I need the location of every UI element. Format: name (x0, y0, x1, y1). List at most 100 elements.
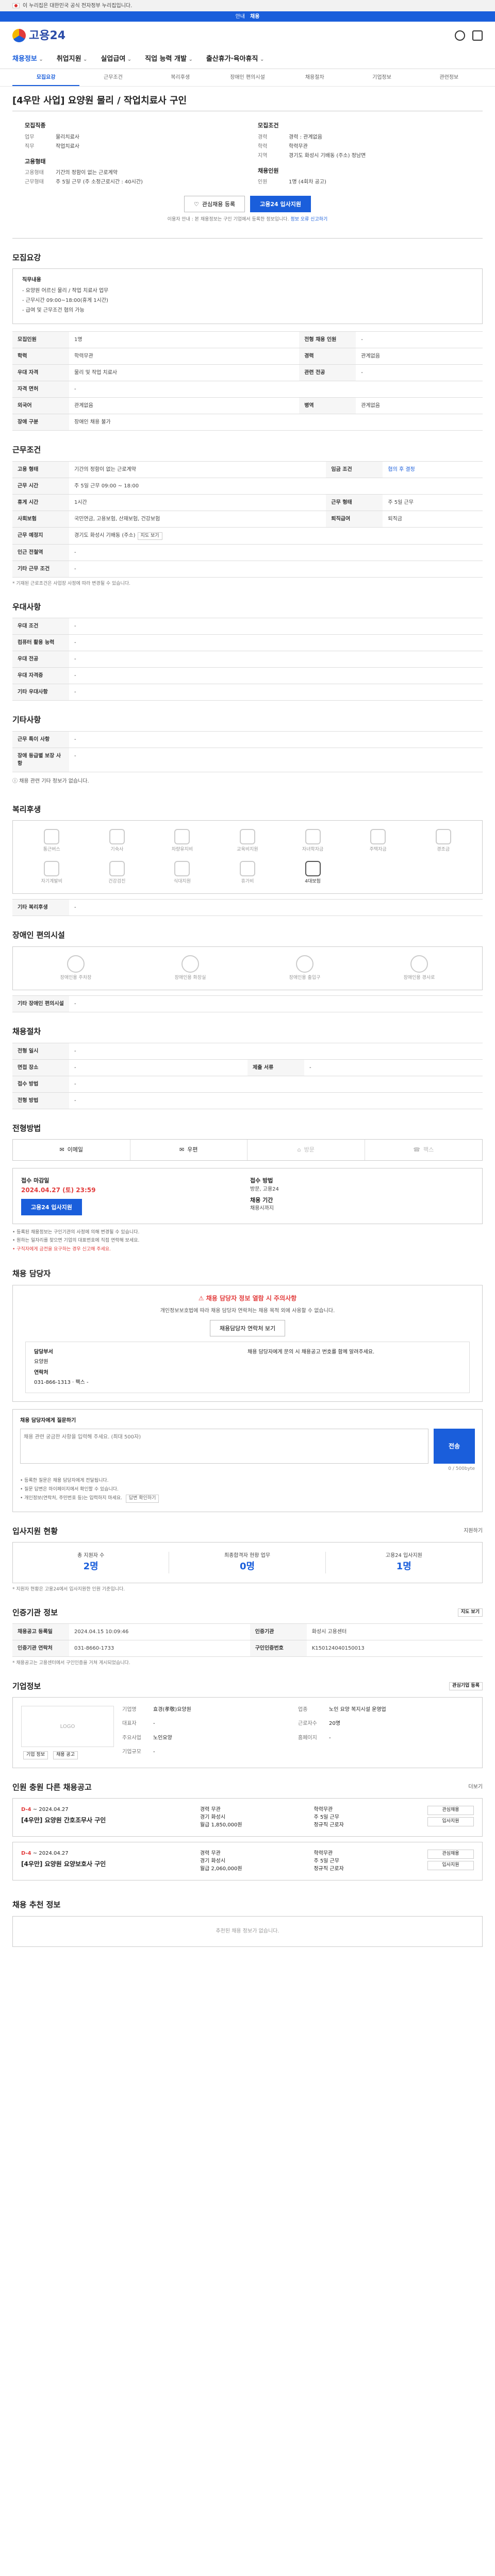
site-logo[interactable]: 고용24 (12, 27, 65, 44)
table-row: 기타 근무 조건 - (12, 561, 483, 578)
job-description: 직무내용 - 요양원 어르신 물리 / 작업 치료사 업무 - 근무시간 09:… (12, 268, 483, 324)
contact-title: 채용 담당자 (12, 1269, 51, 1278)
gnb-item-leave[interactable]: 출산휴가·육아휴직 (206, 54, 265, 64)
inquiry-counter: 0 / 500byte (448, 1466, 475, 1471)
insurance-icon (305, 860, 321, 876)
stat-item: 고용24 입사지원 1명 (385, 1553, 422, 1572)
search-icon[interactable] (455, 30, 465, 41)
gnb-item-training[interactable]: 직업 능력 개발 (145, 54, 193, 64)
summary-row: 지역 경기도 화성시 기배동 (주소) 정남면 (258, 152, 366, 159)
logo-text: 고용24 (29, 29, 66, 42)
deadline-date: 2024.04.27 (토) 23:59 (21, 1186, 96, 1194)
table-row: 외국어 관계없음 병역 관계없음 (12, 397, 483, 414)
answer-check-button[interactable]: 답변 확인하기 (125, 1495, 159, 1503)
stats-title: 입사지원 현황 (12, 1526, 58, 1536)
disability-title: 장애인 편의시설 (12, 930, 65, 940)
table-row: 우대 자격증 - (12, 667, 483, 684)
stats-link[interactable]: 지원하기 (464, 1527, 483, 1535)
tab-related[interactable]: 관련정보 (416, 69, 483, 86)
company-details: 기업명 효경(孝敬)요양원 업종 노인 요양 복지시설 운영업 대표자 - 근로자수 20명… (122, 1707, 386, 1755)
meal-icon (174, 860, 190, 876)
child-icon (305, 829, 321, 844)
disability-item: 장애인용 화장실 (136, 955, 245, 982)
car-icon (174, 829, 190, 844)
company-section: 기업정보 관심기업 등록 LOGO 기업 정보 채용 공고 기업명 효경(孝敬)요양… (12, 1667, 483, 1768)
favorite-company-button[interactable]: 관심기업 등록 (449, 1682, 483, 1690)
ramp-icon (410, 955, 428, 973)
process-title: 채용절차 (12, 1027, 41, 1036)
stats-section: 입사지원 현황 지원하기 총 지원자 수 2명 최종합격자 현황 업무 0명 고용24… (12, 1526, 483, 1592)
tab-disability[interactable]: 장애인 편의시설 (214, 69, 281, 86)
job-summary: 모집직종 업무 물리치료사 직무 작업치료사 고용형태 고용형태 기간의 정함이 없는… (12, 111, 483, 239)
process-table: 전형 일시 - 면접 장소 - 제출 서류 - 접수 방법 - 전형 방법 - (12, 1042, 483, 1109)
inquiry-guide: • 등록한 질문은 채용 담당자에게 전달됩니다. • 질문 답변은 마이페이지… (20, 1478, 475, 1503)
table-row: 인증기관 연락처 031-8660-1733 구인인증번호 K150124040150… (12, 1640, 483, 1657)
related-job-title[interactable]: [4우만] 요양원 요양보호사 구인 (21, 1859, 195, 1869)
warning-icon: ⚠ (198, 1294, 204, 1302)
summary-row: 업무 물리치료사 (25, 134, 79, 140)
table-row: 장애 구분 장애인 채용 불가 (12, 414, 483, 431)
recommend-title: 채용 추천 정보 (12, 1900, 61, 1909)
tab-welfare[interactable]: 복리후생 (147, 69, 214, 86)
book-icon (44, 860, 60, 876)
summary-row: 경력 경력 : 관계없음 (258, 134, 322, 140)
company-info-button[interactable]: 기업 정보 (23, 1751, 48, 1759)
deadline-bullets: • 등록된 채용정보는 구인기관의 사정에 의해 변경될 수 있습니다. • 원… (12, 1229, 140, 1252)
method-fax: ☎ 팩스 (365, 1140, 483, 1160)
table-row: 근무 특이 사항 - (12, 731, 483, 748)
reg-map-button[interactable]: 지도 보기 (457, 1608, 483, 1617)
site-header: 고용24 (0, 22, 495, 49)
table-row: 채용공고 등록일 2024.04.15 10:09:46 인증기관 화성시 고용센터 (12, 1623, 483, 1640)
summary-row: 고용형태 기간의 정함이 없는 근로계약 (25, 170, 118, 176)
process-section: 채용절차 전형 일시 - 면접 장소 - 제출 서류 - 접수 방법 - 전형 방법 - (12, 1012, 483, 1109)
table-row: 고용 형태 기간의 정함이 없는 근로계약 임금 조건 협의 후 결정 (12, 461, 483, 478)
inquiry-send-button[interactable]: 전송 (434, 1428, 475, 1464)
recruit-section: 모집요강 직무내용 - 요양원 어르신 물리 / 작업 치료사 업무 - 근무시… (12, 239, 483, 431)
tab-work[interactable]: 근무조건 (79, 69, 146, 86)
summary-row: 학력 학력무관 (258, 143, 308, 149)
welfare-item: 식대지원 (152, 860, 213, 886)
company-jobs-button[interactable]: 채용 공고 (53, 1751, 78, 1759)
welfare-item: 자기계발비 (21, 860, 82, 886)
contact-section: 채용 담당자 ⚠ 채용 담당자 정보 열람 시 주의사항 개인정보보호법에 따라… (12, 1255, 483, 1512)
work-table: 고용 형태 기간의 정함이 없는 근로계약 임금 조건 협의 후 결정 근무 시간 주 … (12, 461, 483, 578)
related-fav-button[interactable]: 관심채용 (427, 1850, 474, 1859)
favorite-button[interactable]: ♡ 관심채용 등록 (184, 196, 245, 212)
work-note: * 기재된 근로조건은 사업장 사정에 따라 변경될 수 있습니다. (12, 581, 130, 586)
tab-recruit[interactable]: 모집요강 (12, 69, 80, 86)
gnb-item-unemployment[interactable]: 실업급여 (101, 54, 131, 64)
stat-item: 총 지원자 수 2명 (13, 1552, 170, 1573)
apply-button[interactable]: 고용24 입사지원 (250, 196, 311, 212)
related-job-title[interactable]: [4우만] 요양원 간호조무사 구인 (21, 1816, 195, 1825)
related-apply-button[interactable]: 입사지원 (427, 1861, 474, 1870)
bus-icon (44, 829, 60, 844)
related-more-link[interactable]: 더보기 (468, 1783, 483, 1791)
post-icon: ✉ (179, 1146, 185, 1153)
gnb-item-support[interactable]: 취업지원 (57, 54, 88, 64)
table-row: 모집인원 1명 전형 채용 인원 - (12, 331, 483, 348)
report-error-link[interactable]: 정보 오류 신고하기 (290, 217, 327, 222)
related-apply-button[interactable]: 입사지원 (427, 1817, 474, 1826)
related-title: 인원 충원 다른 채용공고 (12, 1782, 92, 1792)
map-button[interactable]: 지도 보기 (137, 532, 162, 540)
summary-left2-header: 고용형태 (25, 158, 46, 165)
deadline-apply-button[interactable]: 고용24 입사지원 (21, 1198, 82, 1215)
related-job-card[interactable]: D-4 ~ 2024.04.27 [4우만] 요양원 간호조무사 구인 경력 무… (12, 1798, 483, 1837)
related-job-card[interactable]: D-4 ~ 2024.04.27 [4우만] 요양원 요양보호사 구인 경력 무… (12, 1842, 483, 1880)
recommend-section: 채용 추천 정보 추천된 채용 정보가 없습니다. (12, 1886, 483, 1947)
gnb-item-jobs[interactable]: 채용정보 (12, 54, 43, 64)
entrance-icon (296, 955, 314, 973)
notice-line: 이용자 안내 : 본 채용정보는 구인 기업에서 등록한 정보입니다. 정보 오… (167, 217, 328, 222)
summary-row: 인원 1명 (4회차 공고) (258, 179, 326, 185)
recommend-empty: 추천된 채용 정보가 없습니다. (12, 1916, 483, 1947)
show-contact-button[interactable]: 채용담당자 연락처 보기 (209, 1319, 286, 1336)
table-row: 우대 자격 물리 및 작업 치료사 관련 전공 - (12, 364, 483, 381)
tab-company[interactable]: 기업정보 (348, 69, 415, 86)
method-post: ✉ 우편 (130, 1140, 248, 1160)
tab-process[interactable]: 채용절차 (281, 69, 348, 86)
menu-icon[interactable] (472, 30, 483, 41)
related-fav-button[interactable]: 관심채용 (427, 1806, 474, 1815)
inquiry-input[interactable] (20, 1428, 428, 1464)
stat-item: 최종합격자 현황 업무 0명 (169, 1552, 326, 1573)
table-row: 장애 등급별 보장 사항 - (12, 747, 483, 772)
